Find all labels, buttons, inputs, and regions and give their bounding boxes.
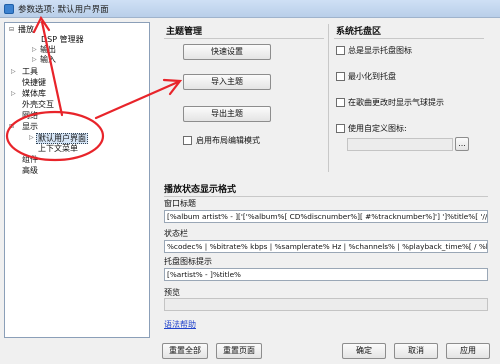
annotation-arrow-up-head bbox=[32, 15, 51, 34]
annotation-overlay bbox=[5, 15, 183, 162]
annotation-circle bbox=[5, 110, 105, 162]
annotation-arrow-right bbox=[94, 80, 180, 120]
annotation-arrow-up bbox=[40, 20, 64, 117]
